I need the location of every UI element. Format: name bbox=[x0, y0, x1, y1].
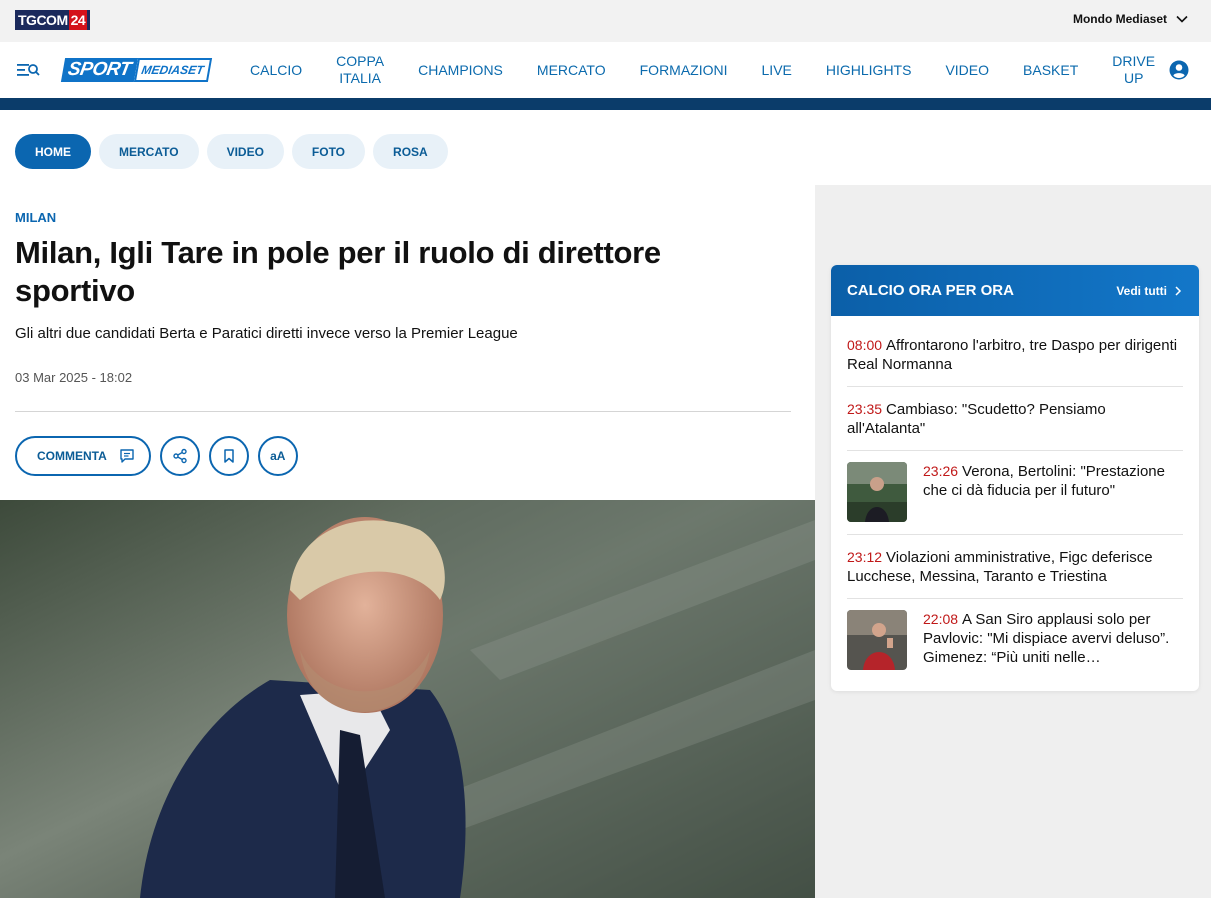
menu-search-icon[interactable] bbox=[16, 60, 40, 80]
news-item-text: 23:12 Violazioni amministrative, Figc def… bbox=[847, 548, 1183, 586]
news-thumbnail-image bbox=[847, 610, 907, 670]
nav-item-calcio[interactable]: CALCIO bbox=[233, 62, 319, 79]
news-thumbnail-image bbox=[847, 462, 907, 522]
article-kicker[interactable]: MILAN bbox=[15, 210, 56, 225]
news-item-time: 23:12 bbox=[847, 549, 883, 565]
tab-home[interactable]: HOME bbox=[15, 134, 91, 169]
news-thumbnail bbox=[847, 610, 907, 670]
tgcom-logo-text: TGCOM bbox=[18, 12, 68, 28]
chevron-down-icon bbox=[1176, 15, 1188, 23]
tab-rosa[interactable]: ROSA bbox=[373, 134, 448, 169]
nav-item-video[interactable]: VIDEO bbox=[928, 62, 1006, 79]
news-item-headline: Violazioni amministrative, Figc deferisc… bbox=[847, 549, 1153, 585]
comment-button-label: COMMENTA bbox=[37, 449, 107, 463]
chevron-right-icon bbox=[1175, 285, 1182, 296]
article-title: Milan, Igli Tare in pole per il ruolo di… bbox=[15, 235, 661, 308]
hero-photo bbox=[0, 500, 815, 898]
tab-mercato[interactable]: MERCATO bbox=[99, 134, 199, 169]
nav-item-champions[interactable]: CHAMPIONS bbox=[401, 62, 520, 79]
tgcom24-logo[interactable]: TGCOM 24 bbox=[15, 10, 91, 30]
news-item-headline: Cambiaso: "Scudetto? Pensiamo all'Atalan… bbox=[847, 401, 1106, 437]
main-nav: SPORT MEDIASET CALCIO COPPA ITALIA CHAMP… bbox=[0, 42, 1211, 98]
news-item[interactable]: 23:12 Violazioni amministrative, Figc def… bbox=[847, 535, 1183, 599]
article-hero-image bbox=[0, 500, 815, 898]
mondo-mediaset-menu[interactable]: Mondo Mediaset bbox=[1073, 12, 1189, 26]
section-tabs: HOME MERCATO VIDEO FOTO ROSA bbox=[15, 134, 448, 169]
news-list: 08:00 Affrontarono l'arbitro, tre Daspo p… bbox=[831, 316, 1199, 679]
top-bar: TGCOM 24 Mondo Mediaset bbox=[0, 0, 1211, 42]
news-item[interactable]: 23:35 Cambiaso: "Scudetto? Pensiamo all'A… bbox=[847, 387, 1183, 451]
nav-item-formazioni[interactable]: FORMAZIONI bbox=[623, 62, 745, 79]
widget-title: CALCIO ORA PER ORA bbox=[847, 282, 1014, 299]
tab-foto[interactable]: FOTO bbox=[291, 134, 366, 169]
news-item-text: 23:26 Verona, Bertolini: "Prestazione che… bbox=[923, 462, 1183, 500]
tab-video[interactable]: VIDEO bbox=[206, 134, 284, 169]
see-all-label: Vedi tutti bbox=[1116, 283, 1167, 298]
logo-mediaset: MEDIASET bbox=[133, 58, 212, 82]
news-item-time: 08:00 bbox=[847, 337, 883, 353]
news-item[interactable]: 22:08 A San Siro applausi solo per Pavlov… bbox=[847, 599, 1183, 679]
news-item-time: 23:35 bbox=[847, 401, 883, 417]
bookmark-button[interactable] bbox=[208, 436, 249, 476]
sport-mediaset-logo[interactable]: SPORT MEDIASET bbox=[60, 58, 212, 82]
share-button[interactable] bbox=[159, 436, 200, 476]
article-date: 03 Mar 2025 - 18:02 bbox=[15, 370, 133, 385]
news-item-text: 08:00 Affrontarono l'arbitro, tre Daspo p… bbox=[847, 336, 1183, 374]
comment-icon bbox=[120, 449, 134, 463]
nav-item-basket[interactable]: BASKET bbox=[1006, 62, 1095, 79]
news-item-headline: Verona, Bertolini: "Prestazione che ci d… bbox=[923, 463, 1165, 499]
nav-items: CALCIO COPPA ITALIA CHAMPIONS MERCATO FO… bbox=[233, 42, 1172, 98]
nav-item-mercato[interactable]: MERCATO bbox=[520, 62, 623, 79]
news-item-headline: Affrontarono l'arbitro, tre Daspo per di… bbox=[847, 337, 1178, 373]
news-item-text: 22:08 A San Siro applausi solo per Pavlov… bbox=[923, 610, 1183, 667]
font-size-button[interactable]: aA bbox=[257, 436, 298, 476]
nav-item-coppa-italia[interactable]: COPPA ITALIA bbox=[319, 53, 401, 87]
hourly-news-widget: CALCIO ORA PER ORA Vedi tutti 08:00 Affro… bbox=[831, 265, 1199, 691]
nav-item-live[interactable]: LIVE bbox=[745, 62, 809, 79]
nav-item-drive-up[interactable]: DRIVE UP bbox=[1095, 53, 1172, 87]
share-icon bbox=[173, 448, 187, 464]
article-actions: COMMENTA aA bbox=[15, 436, 298, 476]
news-item-time: 23:26 bbox=[923, 463, 959, 479]
widget-header: CALCIO ORA PER ORA Vedi tutti bbox=[831, 265, 1199, 316]
news-item[interactable]: 08:00 Affrontarono l'arbitro, tre Daspo p… bbox=[847, 316, 1183, 387]
divider bbox=[15, 411, 791, 412]
nav-item-highlights[interactable]: HIGHLIGHTS bbox=[809, 62, 929, 79]
news-item-time: 22:08 bbox=[923, 611, 959, 627]
font-size-label: aA bbox=[270, 449, 286, 463]
article-subtitle: Gli altri due candidati Berta e Paratici… bbox=[15, 325, 518, 342]
bookmark-icon bbox=[224, 449, 234, 463]
comment-button[interactable]: COMMENTA bbox=[15, 436, 151, 476]
logo-sport: SPORT bbox=[60, 58, 138, 82]
news-item[interactable]: 23:26 Verona, Bertolini: "Prestazione che… bbox=[847, 451, 1183, 535]
tgcom-logo-number: 24 bbox=[68, 10, 88, 30]
news-thumbnail bbox=[847, 462, 907, 522]
nav-accent-bar bbox=[0, 98, 1211, 110]
mondo-mediaset-label: Mondo Mediaset bbox=[1072, 12, 1167, 26]
see-all-link[interactable]: Vedi tutti bbox=[1116, 284, 1183, 298]
news-item-headline: A San Siro applausi solo per Pavlovic: "… bbox=[923, 611, 1170, 666]
news-item-text: 23:35 Cambiaso: "Scudetto? Pensiamo all'A… bbox=[847, 400, 1183, 438]
user-account-icon[interactable] bbox=[1169, 60, 1189, 80]
